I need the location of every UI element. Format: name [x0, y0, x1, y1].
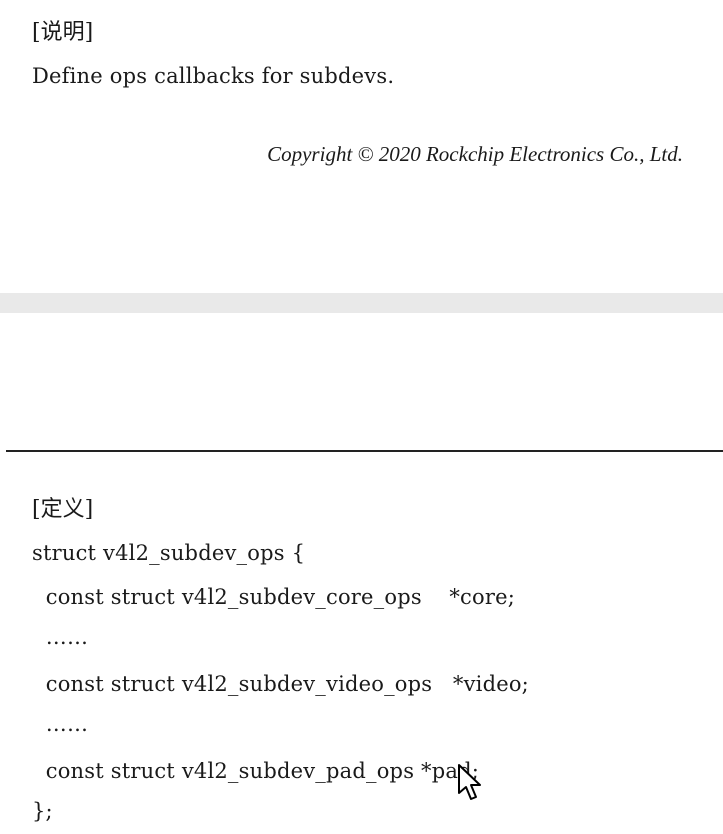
code-line: const struct v4l2_subdev_core_ops *core;	[32, 585, 515, 609]
code-line: ……	[32, 625, 89, 649]
copyright-text: Copyright © 2020 Rockchip Electronics Co…	[267, 142, 683, 166]
mouse-pointer-icon	[458, 764, 481, 800]
definition-heading: [定义]	[32, 497, 94, 522]
code-line: struct v4l2_subdev_ops {	[32, 541, 306, 565]
page-separator	[0, 293, 723, 313]
description-text: Define ops callbacks for subdevs.	[32, 64, 395, 88]
code-line: const struct v4l2_subdev_video_ops *vide…	[32, 672, 529, 696]
horizontal-rule	[6, 450, 723, 452]
description-heading: [说明]	[32, 20, 94, 45]
code-line: ……	[32, 712, 89, 736]
code-line: };	[32, 799, 53, 823]
page-bottom: [定义] struct v4l2_subdev_ops { const stru…	[0, 313, 723, 834]
code-line: const struct v4l2_subdev_pad_ops *pad;	[32, 759, 480, 783]
page-top: [说明] Define ops callbacks for subdevs. C…	[0, 0, 723, 293]
